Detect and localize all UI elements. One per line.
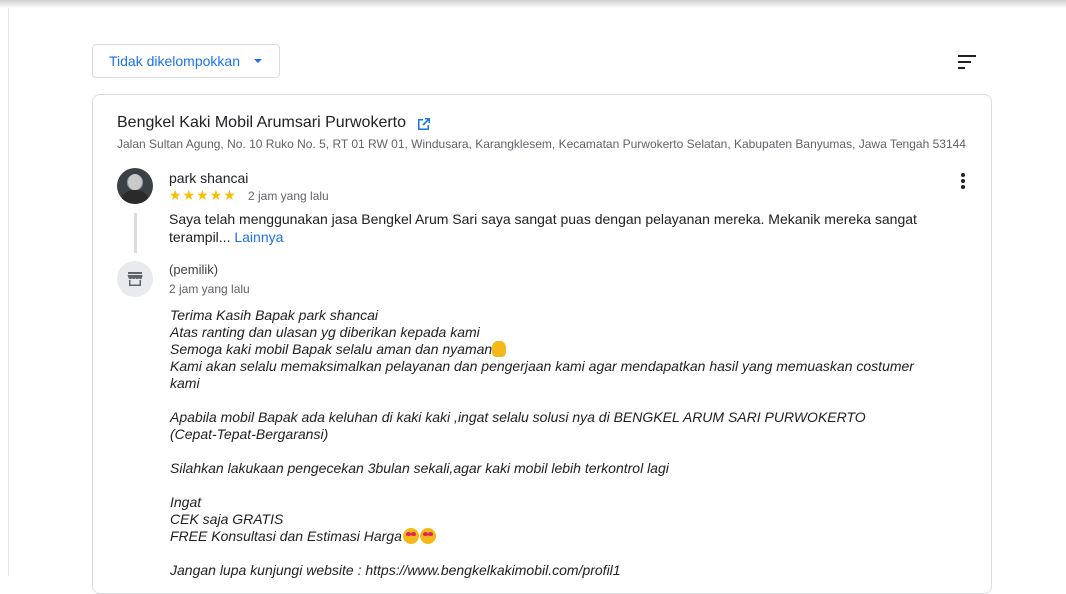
review-text: Saya telah menggunakan jasa Bengkel Arum… [169,210,929,246]
store-icon [127,272,143,286]
grouping-dropdown-label: Tidak dikelompokkan [109,53,240,69]
reply-line: Semoga kaki mobil Bapak selalu aman dan … [170,341,930,358]
external-link-icon[interactable] [417,117,431,131]
heart-eyes-emoji-icon [402,528,419,544]
owner-label: (pemilik) [169,262,219,277]
owner-reply: Terima Kasih Bapak park shancai Atas ran… [170,307,930,579]
reply-line [170,477,930,494]
owner-avatar [117,261,153,297]
reply-line [170,443,930,460]
reviewer-avatar[interactable] [117,168,153,204]
top-shadow [0,0,1066,8]
star-rating: ★★★★★ [169,187,237,203]
caret-down-icon [254,59,262,63]
read-more-link[interactable]: Lainnya [234,229,283,245]
grouping-dropdown[interactable]: Tidak dikelompokkan [92,44,280,78]
reply-line: Kami akan selalu memaksimalkan pelayanan… [170,358,914,391]
reply-line: Silahkan lakukaan pengecekan 3bulan seka… [170,460,669,476]
reply-line: CEK saja GRATIS [170,511,284,527]
owner-reply-time: 2 jam yang lalu [169,282,250,296]
reply-line: Ingat [170,494,202,510]
reply-line: Jangan lupa kunjungi website : https://w… [170,562,621,578]
reply-line: Atas ranting dan ulasan yg diberikan kep… [170,324,480,340]
reviewer-name[interactable]: park shancai [169,170,248,186]
folded-hands-emoji-icon [492,341,507,357]
reply-line [170,392,930,409]
thread-line [134,213,137,253]
reply-line: Apabila mobil Bapak ada keluhan di kaki … [170,409,866,425]
business-name[interactable]: Bengkel Kaki Mobil Arumsari Purwokerto [117,114,406,132]
reply-line: Terima Kasih Bapak park shancai [170,307,379,323]
sort-icon[interactable] [956,52,980,72]
review-time: 2 jam yang lalu [248,189,329,203]
reply-line: (Cepat-Tepat-Bergaransi) [170,426,329,442]
more-options-icon[interactable] [957,173,969,193]
reply-line: FREE Konsultasi dan Estimasi Harga [170,528,930,545]
reply-line [170,545,930,562]
business-address: Jalan Sultan Agung, No. 10 Ruko No. 5, R… [117,137,966,151]
heart-eyes-emoji-icon [419,528,436,544]
review-card: Bengkel Kaki Mobil Arumsari Purwokerto J… [92,94,992,594]
left-divider [8,8,9,576]
